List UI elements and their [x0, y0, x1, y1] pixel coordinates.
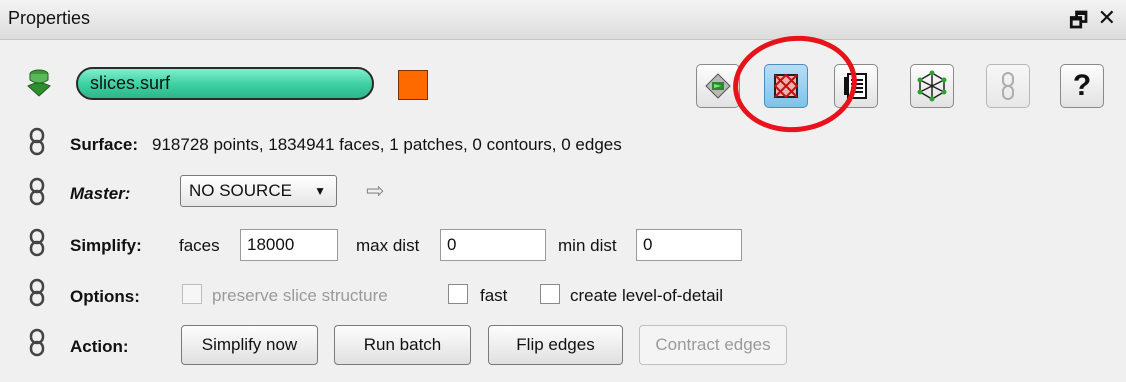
flip-edges-button[interactable]: Flip edges [488, 325, 623, 365]
faces-input[interactable]: 18000 [240, 229, 338, 261]
run-batch-button[interactable]: Run batch [334, 325, 471, 365]
fast-checkbox[interactable] [448, 284, 468, 304]
link-chain-icon[interactable] [26, 127, 48, 157]
simplify-now-button[interactable]: Simplify now [181, 325, 318, 365]
help-button[interactable]: ? [1060, 64, 1104, 108]
max-dist-input[interactable]: 0 [440, 229, 546, 261]
lod-label: create level-of-detail [570, 286, 724, 305]
dropdown-arrow-icon: ▼ [314, 184, 326, 198]
float-window-icon[interactable]: 🗗 [1069, 6, 1088, 40]
arrow-right-icon[interactable]: ⇨ [366, 178, 384, 204]
preserve-slice-checkbox[interactable] [182, 284, 202, 304]
object-name: slices.surf [90, 73, 171, 93]
network-icon [917, 70, 947, 102]
master-label: Master: [70, 184, 131, 203]
object-name-field[interactable]: slices.surf [76, 67, 374, 100]
master-source-select[interactable]: NO SOURCE ▼ [180, 175, 337, 207]
link-chain-icon[interactable] [26, 328, 48, 358]
close-icon[interactable]: ✕ [1098, 5, 1116, 31]
simplify-label: Simplify: [70, 236, 142, 255]
preserve-slice-label: preserve slice structure [212, 286, 388, 305]
link-icon [1002, 72, 1014, 100]
max-dist-label: max dist [356, 236, 420, 255]
object-color-swatch[interactable] [398, 70, 428, 100]
surface-view-icon [705, 73, 731, 99]
min-dist-input[interactable]: 0 [636, 229, 742, 261]
panel-titlebar: Properties 🗗 ✕ [0, 0, 1126, 40]
action-label: Action: [70, 337, 129, 356]
link-chain-icon[interactable] [26, 177, 48, 207]
link-button[interactable] [986, 64, 1030, 108]
help-icon: ? [1072, 69, 1092, 102]
surface-info: 918728 points, 1834941 faces, 1 patches,… [152, 135, 622, 154]
surface-label: Surface: [70, 135, 139, 154]
network-button[interactable] [910, 64, 954, 108]
options-label: Options: [70, 287, 140, 306]
lod-checkbox[interactable] [540, 284, 560, 304]
panel-title: Properties [8, 8, 91, 28]
master-source-value: NO SOURCE [189, 181, 292, 200]
faces-label: faces [179, 236, 220, 255]
fast-label: fast [480, 286, 508, 305]
link-chain-icon[interactable] [26, 278, 48, 308]
link-chain-icon[interactable] [26, 228, 48, 258]
contract-edges-button[interactable]: Contract edges [639, 325, 787, 365]
min-dist-label: min dist [558, 236, 617, 255]
surface-object-icon[interactable] [22, 66, 56, 100]
highlight-annotation [728, 29, 862, 139]
